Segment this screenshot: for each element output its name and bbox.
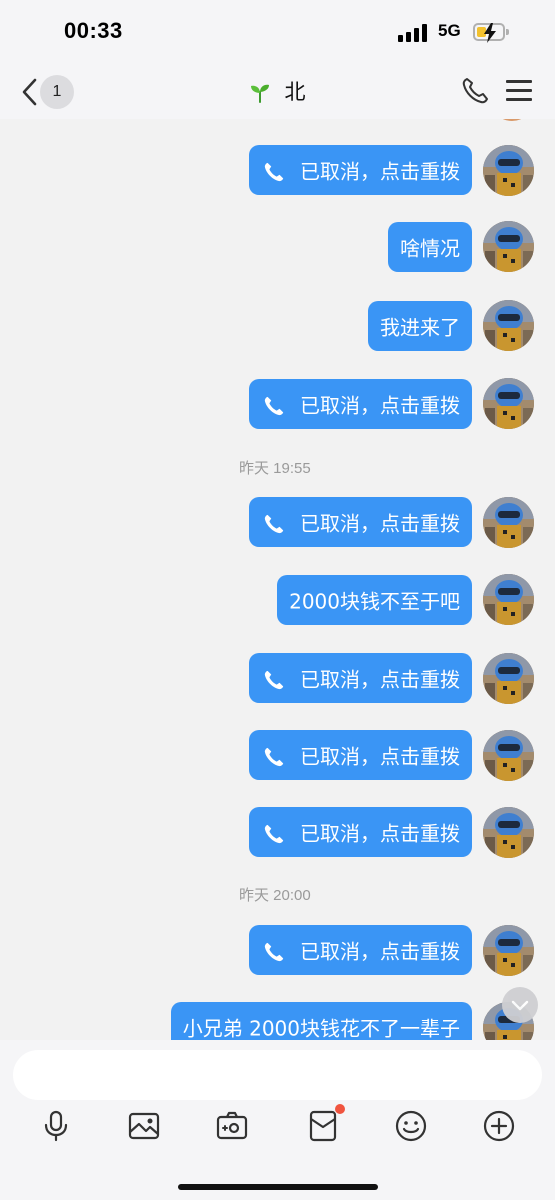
call-record-bubble[interactable]: 已取消，点击重拨: [249, 497, 472, 547]
notification-dot: [335, 1104, 345, 1114]
avatar[interactable]: [483, 378, 534, 429]
avatar-image: [483, 378, 534, 429]
timestamp: 昨天 19:55: [239, 460, 311, 477]
red-packet-icon: [309, 1110, 337, 1142]
status-time: 00:33: [64, 18, 123, 43]
avatar[interactable]: [483, 574, 534, 625]
emoji-icon[interactable]: [393, 1108, 429, 1144]
call-record-bubble[interactable]: 已取消，点击重拨: [249, 145, 472, 195]
avatar[interactable]: [483, 925, 534, 976]
home-indicator: [178, 1184, 378, 1190]
status-bar: 00:33 5G: [0, 0, 555, 64]
network-type: 5G: [438, 21, 461, 40]
camera-icon[interactable]: [214, 1108, 250, 1144]
avatar-image: [483, 300, 534, 351]
phone-icon: [264, 162, 284, 181]
phone-icon: [264, 942, 284, 961]
battery-cap: [506, 29, 509, 35]
call-record-bubble[interactable]: 已取消，点击重拨: [249, 379, 472, 429]
phone-icon: [264, 824, 284, 843]
avatar[interactable]: [483, 653, 534, 704]
avatar-image: [483, 145, 534, 196]
message-input[interactable]: [13, 1050, 542, 1100]
avatar[interactable]: [483, 807, 534, 858]
phone-call-icon[interactable]: [460, 76, 490, 106]
phone-icon: [264, 670, 284, 689]
avatar-image: [483, 807, 534, 858]
microphone-icon[interactable]: [38, 1108, 74, 1144]
avatar[interactable]: [483, 300, 534, 351]
phone-icon: [264, 396, 284, 415]
text-message-bubble[interactable]: 2000块钱不至于吧: [277, 575, 472, 625]
chevron-left-icon: [22, 78, 37, 106]
avatar[interactable]: [483, 497, 534, 548]
avatar-image: [483, 221, 534, 272]
text-message-bubble[interactable]: 小兄弟 2000块钱花不了一辈子: [170, 1002, 472, 1040]
call-record-bubble[interactable]: 已取消，点击重拨: [249, 653, 472, 703]
text-message-bubble[interactable]: 啥情况: [388, 222, 472, 272]
scroll-to-bottom-button[interactable]: [502, 987, 538, 1023]
phone-icon: [264, 747, 284, 766]
red-packet-button[interactable]: [305, 1104, 345, 1144]
battery-icon: [473, 23, 505, 43]
call-record-bubble[interactable]: 已取消，点击重拨: [249, 730, 472, 780]
call-record-bubble[interactable]: 已取消，点击重拨: [249, 925, 472, 975]
text-message-bubble[interactable]: 我进来了: [368, 301, 472, 351]
avatar[interactable]: [483, 221, 534, 272]
sprout-icon: [251, 84, 270, 103]
unread-count-badge: 1: [40, 75, 74, 109]
avatar-image: [483, 653, 534, 704]
image-icon[interactable]: [126, 1108, 162, 1144]
menu-icon[interactable]: [506, 78, 532, 102]
avatar[interactable]: [490, 119, 534, 121]
message-list[interactable]: 已取消，点击重拨 啥情况 我进来了 已取消，点击重拨 昨天 19:55 已取消，…: [0, 119, 555, 1040]
back-button[interactable]: 1: [20, 75, 80, 109]
avatar[interactable]: [483, 730, 534, 781]
plus-icon[interactable]: [481, 1108, 517, 1144]
composer-bar: [0, 1040, 555, 1200]
call-record-bubble[interactable]: 已取消，点击重拨: [249, 807, 472, 857]
avatar-image: [483, 925, 534, 976]
signal-icon: [398, 24, 428, 42]
timestamp: 昨天 20:00: [239, 887, 311, 904]
chevron-down-icon: [511, 1000, 529, 1011]
avatar-image: [483, 574, 534, 625]
chat-title: 北: [284, 80, 306, 104]
phone-icon: [264, 514, 284, 533]
avatar[interactable]: [483, 145, 534, 196]
avatar-image: [483, 497, 534, 548]
avatar-image: [483, 730, 534, 781]
chat-header: 1 北: [0, 64, 555, 119]
